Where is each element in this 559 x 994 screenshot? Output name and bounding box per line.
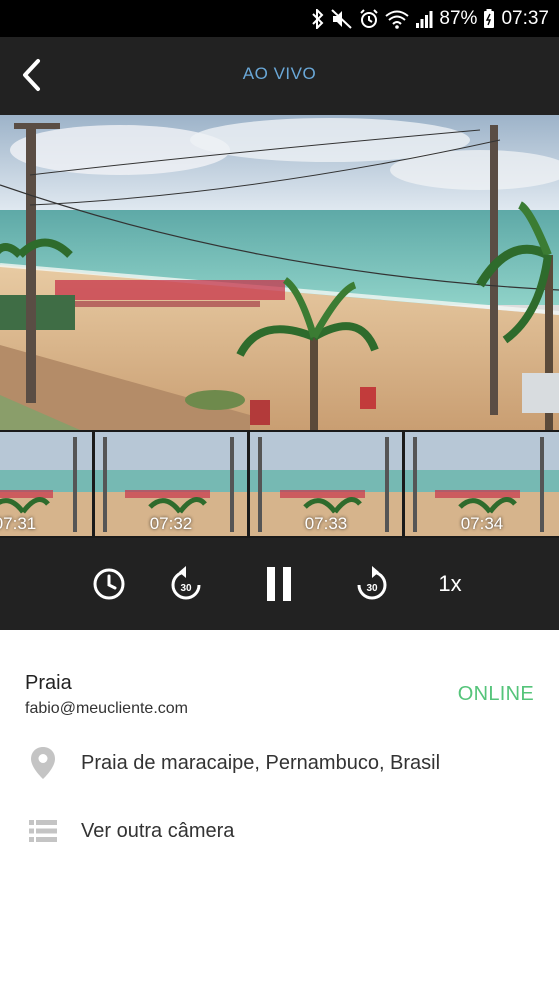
thumbnail-strip: 07:31 07:32 07:33: [0, 430, 559, 538]
signal-icon: [416, 10, 433, 28]
svg-text:30: 30: [180, 583, 192, 594]
forward-button[interactable]: 30: [350, 562, 394, 606]
camera-owner-email: fabio@meucliente.com: [25, 700, 188, 717]
history-button[interactable]: [87, 562, 131, 606]
location-text: Praia de maracaipe, Pernambuco, Brasil: [81, 751, 441, 774]
thumbnail-time: 07:31: [0, 514, 37, 533]
status-badge: ONLINE: [457, 683, 534, 705]
battery-icon: [484, 8, 495, 28]
playback-controls: 30 30 1x: [0, 538, 559, 630]
battery-percent: 87%: [439, 7, 478, 29]
mute-icon: [331, 8, 353, 29]
thumbnail-time: 07:33: [304, 514, 348, 533]
bluetooth-icon: [312, 8, 324, 29]
location-row: Praia de maracaipe, Pernambuco, Brasil: [0, 738, 559, 788]
thumbnail[interactable]: 07:34: [405, 432, 559, 536]
list-icon: [29, 820, 57, 842]
thumbnail-time: 07:32: [149, 514, 193, 533]
svg-text:30: 30: [366, 583, 378, 594]
status-time: 07:37: [501, 7, 549, 29]
camera-name: Praia: [25, 672, 72, 694]
thumbnail[interactable]: 07:32: [95, 432, 247, 536]
page-title: AO VIVO: [242, 64, 317, 83]
pause-button[interactable]: [257, 562, 301, 606]
other-camera-row[interactable]: Ver outra câmera: [0, 806, 559, 856]
thumbnail[interactable]: 07:33: [250, 432, 402, 536]
wifi-icon: [385, 10, 410, 29]
status-bar: 87% 07:37: [0, 0, 559, 37]
pause-icon: [267, 567, 291, 601]
location-pin-icon: [31, 747, 55, 779]
alarm-icon: [360, 8, 379, 28]
thumbnail-time: 07:34: [460, 514, 504, 533]
thumbnail[interactable]: 07:31: [0, 432, 92, 536]
app-bar: AO VIVO: [0, 37, 559, 115]
rewind-button[interactable]: 30: [164, 562, 208, 606]
replay-30-icon: 30: [171, 566, 201, 600]
other-camera-link[interactable]: Ver outra câmera: [81, 820, 234, 843]
clock-icon: [93, 568, 125, 600]
speed-button[interactable]: 1x: [428, 562, 472, 606]
forward-30-icon: 30: [357, 566, 387, 600]
live-video[interactable]: [0, 115, 559, 430]
